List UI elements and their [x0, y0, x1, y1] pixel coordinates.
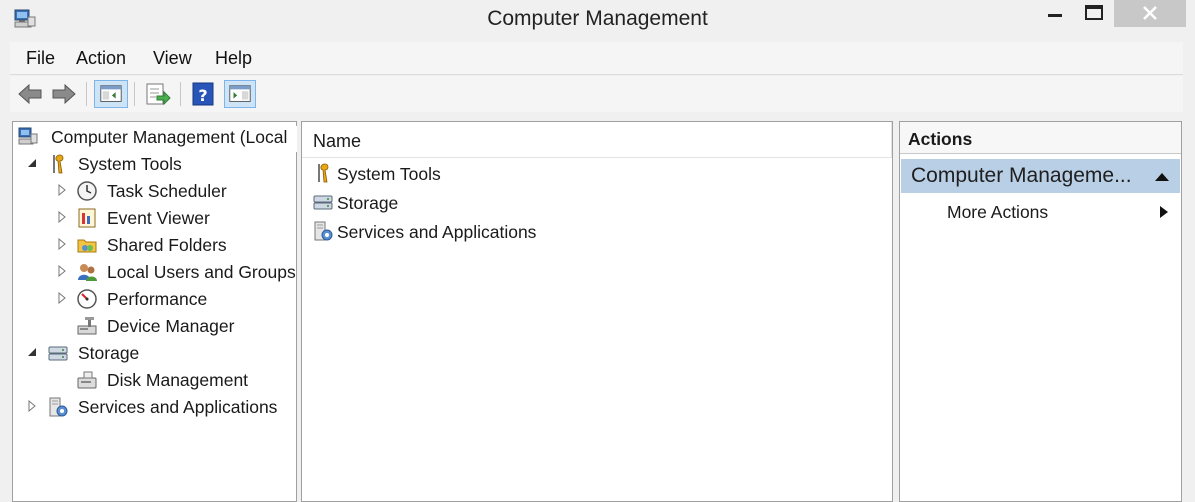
back-arrow-icon[interactable] — [16, 80, 44, 108]
expanded-triangle-icon[interactable] — [27, 157, 37, 169]
services-icon — [49, 397, 68, 417]
list-item-label: Storage — [337, 193, 399, 213]
column-divider[interactable] — [891, 122, 892, 158]
tree-item-performance[interactable]: Performance — [57, 288, 287, 314]
disk-management-icon — [77, 371, 97, 389]
show-hide-console-tree-icon[interactable] — [94, 80, 128, 108]
actions-group-header[interactable]: Computer Manageme... — [901, 159, 1180, 193]
actions-title: Actions — [900, 122, 1181, 154]
expanded-triangle-icon[interactable] — [27, 346, 37, 358]
list-item-label: Services and Applications — [337, 222, 537, 242]
tree-item-task-scheduler[interactable]: Task Scheduler — [57, 180, 287, 206]
tree-item-local-users-and-groups[interactable]: Local Users and Groups — [57, 261, 297, 287]
collapsed-triangle-icon[interactable] — [57, 292, 67, 304]
collapse-up-arrow-icon[interactable] — [1155, 173, 1169, 181]
actions-pane: Actions Computer Manageme... More Action… — [899, 121, 1182, 502]
minimize-icon[interactable] — [1040, 0, 1070, 27]
shared-folder-icon — [77, 239, 97, 253]
maximize-icon[interactable] — [1077, 0, 1111, 27]
tree-item-device-manager[interactable]: Device Manager — [57, 315, 287, 341]
title-bar: Computer Management — [0, 0, 1195, 40]
tree-label: Task Scheduler — [107, 181, 227, 201]
toolbar: ? — [10, 76, 1183, 112]
collapsed-triangle-icon[interactable] — [57, 211, 67, 223]
system-tools-icon — [53, 154, 64, 174]
tree-item-storage[interactable]: Storage — [27, 342, 287, 368]
storage-icon — [313, 195, 333, 210]
tree-label: Shared Folders — [107, 235, 227, 255]
help-icon[interactable]: ? — [190, 80, 216, 108]
list-item-system-tools[interactable]: System Tools — [312, 162, 512, 188]
export-list-icon[interactable] — [142, 80, 172, 108]
actions-group-label: Computer Manageme... — [911, 164, 1132, 187]
collapsed-triangle-icon[interactable] — [57, 238, 67, 250]
tree-label: Event Viewer — [107, 208, 210, 228]
menu-bar: File Action View Help — [10, 42, 1183, 75]
toolbar-separator — [180, 82, 181, 106]
list-item-storage[interactable]: Storage — [312, 191, 512, 217]
menu-action[interactable]: Action — [76, 48, 126, 69]
console-tree-pane[interactable]: Computer Management (Local System Tools … — [12, 121, 297, 502]
column-header-name[interactable]: Name — [313, 131, 361, 152]
more-actions-item[interactable]: More Actions — [947, 202, 1048, 223]
menu-help[interactable]: Help — [215, 48, 252, 69]
clock-icon — [77, 181, 97, 201]
tree-item-computer-management[interactable]: Computer Management (Local — [17, 126, 297, 152]
menu-view[interactable]: View — [153, 48, 192, 69]
close-icon[interactable] — [1114, 0, 1186, 27]
tree-item-shared-folders[interactable]: Shared Folders — [57, 234, 287, 260]
computer-management-icon — [18, 127, 38, 145]
collapsed-triangle-icon[interactable] — [57, 265, 67, 277]
window-title: Computer Management — [487, 7, 708, 30]
tree-label: Local Users and Groups — [107, 262, 296, 282]
menu-file[interactable]: File — [26, 48, 55, 69]
results-list-pane[interactable]: Name System Tools Storage Services and A… — [301, 121, 893, 502]
collapsed-triangle-icon[interactable] — [57, 184, 67, 196]
event-viewer-icon — [78, 208, 96, 228]
tree-item-disk-management[interactable]: Disk Management — [57, 369, 287, 395]
svg-text:?: ? — [198, 86, 207, 105]
list-item-services-and-applications[interactable]: Services and Applications — [312, 220, 572, 246]
tree-item-services-and-applications[interactable]: Services and Applications — [27, 396, 297, 422]
toolbar-separator — [86, 82, 87, 106]
system-tools-icon — [318, 163, 329, 183]
performance-gauge-icon — [77, 289, 97, 309]
tree-label: Disk Management — [107, 370, 249, 390]
tree-label: Services and Applications — [78, 397, 278, 417]
storage-icon — [48, 346, 68, 361]
tree-label: System Tools — [78, 154, 182, 174]
list-header: Name — [302, 122, 892, 158]
device-manager-icon — [77, 317, 97, 335]
tree-label: Computer Management (Local — [51, 127, 288, 147]
tree-label: Device Manager — [107, 316, 235, 336]
submenu-arrow-icon[interactable] — [1160, 206, 1168, 218]
collapsed-triangle-icon[interactable] — [27, 400, 37, 412]
show-hide-action-pane-icon[interactable] — [224, 80, 256, 108]
users-icon — [78, 264, 97, 281]
services-icon — [314, 221, 333, 241]
tree-item-system-tools[interactable]: System Tools — [27, 153, 287, 179]
tree-item-event-viewer[interactable]: Event Viewer — [57, 207, 287, 233]
toolbar-separator — [134, 82, 135, 106]
forward-arrow-icon[interactable] — [50, 80, 78, 108]
tree-label: Performance — [107, 289, 208, 309]
tree-label: Storage — [78, 343, 140, 363]
list-item-label: System Tools — [337, 164, 441, 184]
